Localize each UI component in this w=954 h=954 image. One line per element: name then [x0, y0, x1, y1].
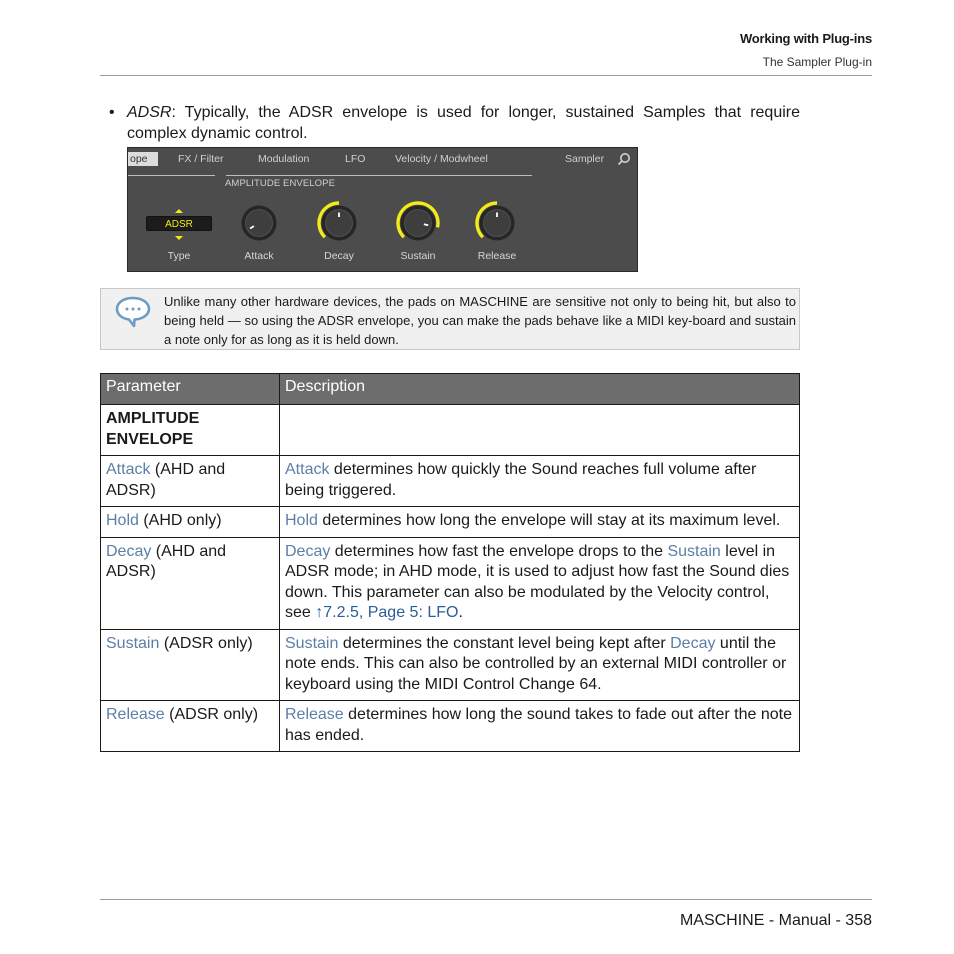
- type-label: Type: [167, 250, 191, 262]
- parameter-cell: Decay (AHD and ADSR): [100, 536, 280, 630]
- tab-lfo[interactable]: LFO: [345, 153, 365, 165]
- description-cell: Sustain determines the constant level be…: [279, 628, 800, 701]
- description-cell: Hold determines how long the envelope wi…: [279, 506, 800, 538]
- tab-underline-left: [128, 175, 215, 176]
- table-row: Sustain (ADSR only) Sustain determines th…: [100, 628, 800, 701]
- parameter-mode: (AHD only): [138, 512, 222, 529]
- sampler-plugin-panel: ope FX / Filter Modulation LFO Velocity …: [127, 147, 638, 272]
- knob-label-sustain: Sustain: [400, 250, 436, 262]
- parameter-name-link[interactable]: Release: [106, 706, 165, 723]
- parameter-link[interactable]: Attack: [285, 461, 329, 478]
- parameter-link[interactable]: Hold: [285, 512, 318, 529]
- page-footer: MASCHINE - Manual - 358: [679, 912, 872, 929]
- description-text: determines how fast the envelope drops t…: [330, 542, 668, 560]
- plugin-name[interactable]: Sampler: [565, 153, 604, 165]
- table-row: Attack (AHD and ADSR) Attack determines h…: [100, 455, 800, 507]
- header-divider: [100, 75, 872, 76]
- section-heading: AMPLITUDE ENVELOPE: [100, 404, 280, 456]
- parameter-link[interactable]: Sustain: [667, 543, 720, 560]
- tab-underline-section: [226, 175, 532, 176]
- table-header-row: Parameter Description: [100, 373, 800, 405]
- section-label: AMPLITUDE ENVELOPE: [225, 178, 336, 189]
- tab-velocity-modwheel[interactable]: Velocity / Modwheel: [395, 153, 488, 165]
- knob-attack[interactable]: [236, 200, 282, 246]
- description-text: determines how long the envelope will st…: [317, 512, 781, 529]
- parameter-mode: (ADSR only): [159, 634, 253, 652]
- bullet-marker: •: [109, 104, 115, 121]
- knob-label-release: Release: [477, 250, 517, 262]
- description-text: determines how long the sound takes to f…: [285, 706, 792, 744]
- description-cell: Attack determines how quickly the Sound …: [279, 455, 800, 507]
- parameter-link[interactable]: Sustain: [285, 635, 338, 652]
- parameter-cell: Hold (AHD only): [100, 506, 280, 538]
- knob-indicator: [423, 223, 429, 227]
- search-icon[interactable]: [617, 152, 631, 166]
- knob-label-attack: Attack: [244, 250, 274, 262]
- section-title: The Sampler Plug-in: [762, 55, 872, 69]
- parameter-mode: (ADSR only): [164, 706, 259, 723]
- description-cell: Decay determines how fast the envelope d…: [279, 536, 800, 630]
- column-header-description: Description: [279, 373, 800, 405]
- bullet-term: ADSR: [127, 104, 172, 121]
- table-section-row: AMPLITUDE ENVELOPE: [100, 404, 800, 456]
- cross-reference-link[interactable]: ↑7.2.5, Page 5: LFO: [315, 604, 458, 621]
- table-row: Release (ADSR only) Release determines ho…: [100, 700, 800, 752]
- knob-cap: [404, 209, 432, 237]
- footer-divider: [100, 899, 872, 900]
- table-row: Decay (AHD and ADSR) Decay determines how…: [100, 536, 800, 630]
- speech-bubble-icon: [115, 296, 151, 328]
- parameter-link[interactable]: Release: [285, 706, 344, 723]
- parameter-cell: Attack (AHD and ADSR): [100, 455, 280, 507]
- knob-decay[interactable]: [316, 200, 362, 246]
- description-text: determines the constant level being kept…: [338, 634, 671, 652]
- parameter-cell: Sustain (ADSR only): [100, 628, 280, 701]
- type-down-arrow-icon[interactable]: [175, 236, 183, 240]
- note-text: Unlike many other hardware devices, the …: [164, 294, 796, 347]
- parameter-name-link[interactable]: Hold: [106, 512, 139, 529]
- description-text: determines how quickly the Sound reaches…: [285, 461, 757, 499]
- section-empty-cell: [279, 404, 800, 456]
- type-up-arrow-icon[interactable]: [175, 209, 183, 213]
- bullet-body: : Typically, the ADSR envelope is used f…: [127, 104, 800, 142]
- parameter-name-link[interactable]: Sustain: [106, 635, 159, 652]
- note-box: Unlike many other hardware devices, the …: [100, 288, 800, 350]
- tab-fx-filter[interactable]: FX / Filter: [178, 153, 224, 165]
- knob-label-decay: Decay: [324, 250, 354, 262]
- column-header-parameter: Parameter: [100, 373, 280, 405]
- parameter-name-link[interactable]: Attack: [106, 461, 150, 478]
- tab-envelope[interactable]: ope: [128, 152, 158, 166]
- parameter-link[interactable]: Decay: [285, 543, 330, 560]
- parameter-cell: Release (ADSR only): [100, 700, 280, 752]
- chapter-title: Working with Plug-ins: [739, 31, 872, 46]
- bullet-text: ADSR: Typically, the ADSR envelope is us…: [127, 102, 800, 144]
- type-selector[interactable]: ADSR: [146, 216, 212, 231]
- knob-sustain[interactable]: [395, 200, 441, 246]
- table-row: Hold (AHD only) Hold determines how long …: [100, 506, 800, 538]
- parameter-link[interactable]: Decay: [670, 635, 715, 652]
- bullet-item-adsr: • ADSR: Typically, the ADSR envelope is …: [109, 102, 800, 144]
- tab-modulation[interactable]: Modulation: [258, 153, 309, 165]
- parameter-table: Parameter Description AMPLITUDE ENVELOPE…: [100, 373, 800, 752]
- description-text: .: [458, 604, 463, 621]
- knob-cap: [245, 209, 273, 237]
- description-cell: Release determines how long the sound ta…: [279, 700, 800, 752]
- knob-release[interactable]: [474, 200, 520, 246]
- parameter-name-link[interactable]: Decay: [106, 543, 151, 560]
